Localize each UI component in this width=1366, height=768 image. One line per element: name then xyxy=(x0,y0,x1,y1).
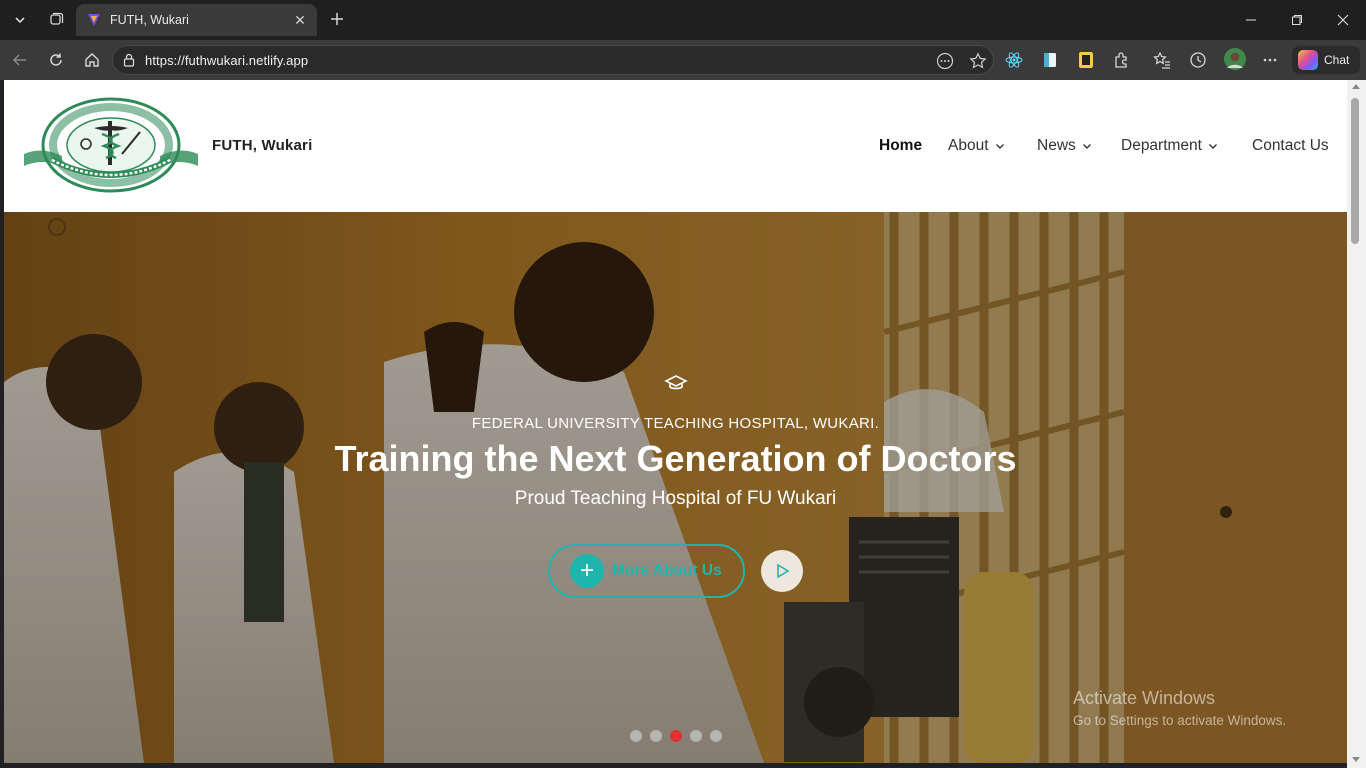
read-aloud-button[interactable] xyxy=(935,51,955,71)
windows-activation-watermark: Activate Windows Go to Settings to activ… xyxy=(1073,688,1286,728)
favorite-star-button[interactable] xyxy=(968,51,988,71)
slider-dot-2[interactable] xyxy=(650,730,662,742)
back-arrow-icon xyxy=(12,54,26,66)
refresh-button[interactable] xyxy=(42,46,70,74)
puzzle-icon xyxy=(1115,52,1127,68)
nav-department[interactable]: Department xyxy=(1121,137,1218,155)
slider-dot-4[interactable] xyxy=(690,730,702,742)
close-icon xyxy=(1337,14,1349,26)
site-brand-name[interactable]: FUTH, Wukari xyxy=(212,137,312,154)
tab-list-button[interactable] xyxy=(6,6,34,34)
nav-contact-label: Contact Us xyxy=(1252,137,1329,154)
chevron-down-icon xyxy=(1208,144,1217,149)
web-page: FUTH, Wukari Home About News Department … xyxy=(4,80,1347,763)
slider-indicators xyxy=(630,730,722,742)
futh-logo[interactable] xyxy=(22,94,200,196)
play-video-button[interactable] xyxy=(761,550,803,592)
chevron-down-icon xyxy=(995,144,1004,149)
workspaces-icon xyxy=(50,12,64,25)
home-icon xyxy=(85,53,99,67)
slider-dot-3-active[interactable] xyxy=(670,730,682,742)
page-scrollbar[interactable] xyxy=(1347,80,1366,768)
star-icon xyxy=(969,52,987,69)
lock-icon xyxy=(123,53,135,67)
minimize-button[interactable] xyxy=(1228,0,1274,40)
tab-close-icon[interactable]: ✕ xyxy=(291,11,309,29)
favorites-button[interactable] xyxy=(1151,49,1173,71)
more-dots-icon xyxy=(1263,58,1277,62)
profile-avatar[interactable] xyxy=(1223,47,1247,71)
nav-contact-us[interactable]: Contact Us xyxy=(1252,137,1329,155)
decorative-ring xyxy=(48,218,66,236)
watermark-line1: Activate Windows xyxy=(1073,688,1216,708)
restore-icon xyxy=(1292,15,1302,25)
hero-headline: Training the Next Generation of Doctors xyxy=(334,438,1017,479)
graduation-cap-icon xyxy=(664,375,688,390)
extensions-button[interactable] xyxy=(1111,49,1133,71)
copilot-icon xyxy=(1298,50,1318,70)
react-devtools-extension[interactable] xyxy=(1003,49,1025,71)
nav-home-label: Home xyxy=(879,137,923,154)
scroll-up-arrow-icon[interactable] xyxy=(1352,84,1360,89)
restore-button[interactable] xyxy=(1274,0,1320,40)
play-icon xyxy=(777,563,790,579)
nav-about-label: About xyxy=(948,137,989,154)
scroll-down-arrow-icon[interactable] xyxy=(1352,757,1360,762)
refresh-icon xyxy=(50,53,62,66)
browser-tab-active[interactable]: FUTH, Wukari ✕ xyxy=(76,4,317,36)
notes-extension[interactable] xyxy=(1039,49,1061,71)
hero-slider: FEDERAL UNIVERSITY TEACHING HOSPITAL, WU… xyxy=(4,212,1347,763)
nav-about[interactable]: About xyxy=(948,137,1005,155)
slider-dot-5[interactable] xyxy=(710,730,722,742)
nav-news-label: News xyxy=(1037,137,1076,154)
history-button[interactable] xyxy=(1187,49,1209,71)
favorites-list-icon xyxy=(1153,51,1170,69)
plus-circle-icon: + xyxy=(570,554,604,588)
hero-kicker: FEDERAL UNIVERSITY TEACHING HOSPITAL, WU… xyxy=(471,415,880,432)
plus-icon xyxy=(331,13,343,25)
history-icon xyxy=(1190,52,1206,68)
site-header: FUTH, Wukari Home About News Department … xyxy=(4,80,1347,212)
browser-tab-bar: FUTH, Wukari ✕ xyxy=(0,0,1366,40)
more-circle-icon xyxy=(936,52,954,70)
chat-label: Chat xyxy=(1324,53,1350,67)
back-button[interactable] xyxy=(6,46,34,74)
more-about-us-button[interactable]: + More About Us xyxy=(548,544,745,598)
chevron-down-icon xyxy=(15,17,25,24)
document-icon xyxy=(1044,53,1056,67)
new-tab-button[interactable] xyxy=(324,6,350,32)
url-text: https://futhwukari.netlify.app xyxy=(145,53,309,68)
settings-more-button[interactable] xyxy=(1259,49,1281,71)
workspaces-button[interactable] xyxy=(42,6,70,34)
slider-dot-1[interactable] xyxy=(630,730,642,742)
home-button[interactable] xyxy=(78,46,106,74)
address-bar[interactable]: https://futhwukari.netlify.app xyxy=(112,45,994,75)
more-about-us-label: More About Us xyxy=(612,562,722,579)
hero-subtitle: Proud Teaching Hospital of FU Wukari xyxy=(514,488,837,509)
site-favicon-icon xyxy=(88,14,100,26)
nav-department-label: Department xyxy=(1121,137,1202,154)
scrollbar-thumb[interactable] xyxy=(1351,98,1359,244)
chevron-down-icon xyxy=(1082,144,1091,149)
react-icon xyxy=(1005,52,1023,68)
minimize-icon xyxy=(1246,19,1256,21)
tab-title: FUTH, Wukari xyxy=(110,13,189,27)
browser-toolbar: https://futhwukari.netlify.app Chat xyxy=(0,40,1366,80)
profile-avatar-icon xyxy=(1224,48,1246,70)
nav-home[interactable]: Home xyxy=(879,137,922,155)
nav-news[interactable]: News xyxy=(1037,137,1092,155)
copilot-chat-button[interactable]: Chat xyxy=(1292,46,1360,74)
window-bottom-edge xyxy=(0,763,1347,768)
wallet-icon xyxy=(1079,52,1093,68)
wallet-extension[interactable] xyxy=(1075,49,1097,71)
close-window-button[interactable] xyxy=(1320,0,1366,40)
watermark-line2: Go to Settings to activate Windows. xyxy=(1073,713,1287,728)
